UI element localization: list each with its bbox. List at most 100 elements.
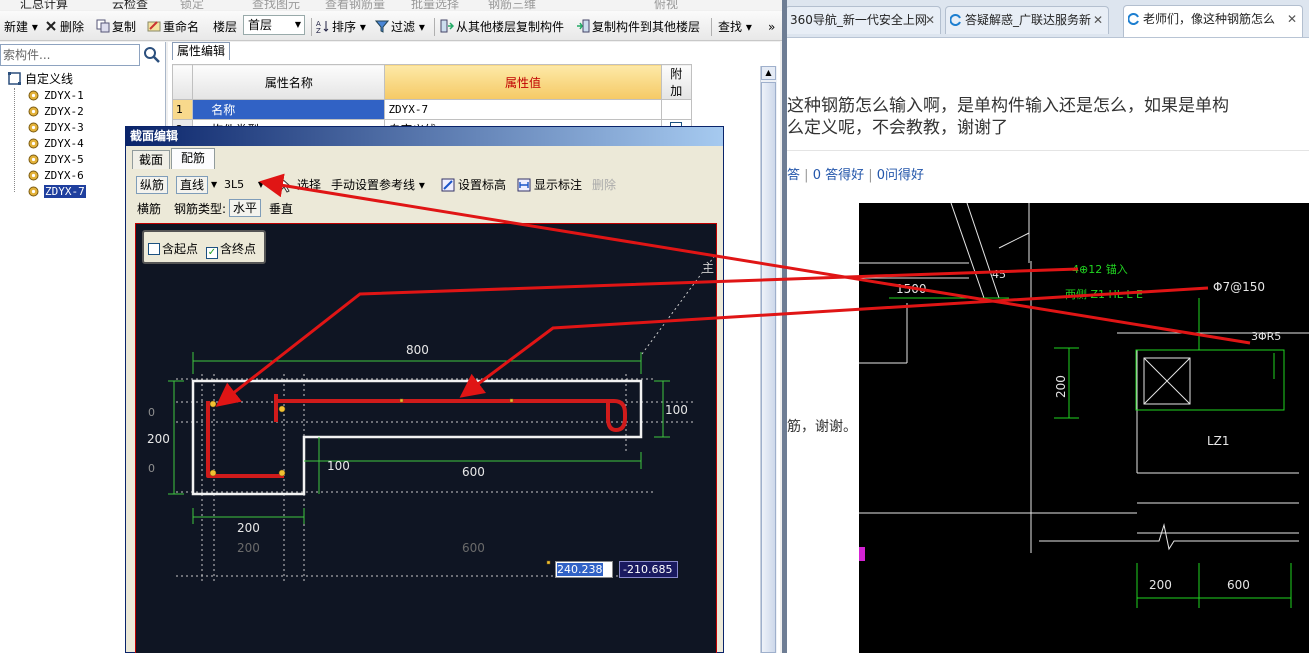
new-button[interactable]: 新建 ▾ xyxy=(4,18,38,36)
menu-batch-select[interactable]: 批量选择 xyxy=(411,0,459,10)
select-button[interactable]: 选择 xyxy=(297,177,321,193)
endpoint-options: 含起点 ✓ 含终点 xyxy=(142,230,266,264)
cad-label-3r5: 3ΦR5 xyxy=(1251,330,1281,343)
tree-item-zdyx-6[interactable]: ZDYX-6 xyxy=(28,169,84,183)
browser-tab-360[interactable]: 360导航_新一代安全上网 ✕ xyxy=(787,6,941,34)
cad-label-1500: 1500 xyxy=(896,282,927,296)
rebar-node[interactable] xyxy=(278,469,286,477)
main-scrollbar[interactable]: ▲ xyxy=(760,66,776,653)
menu-find-element[interactable]: 查找图元 xyxy=(252,0,300,10)
stat-good-questions[interactable]: 0问得好 xyxy=(877,168,924,183)
stat-answers[interactable]: 答 xyxy=(787,168,800,183)
floor-select[interactable]: 首层 ▼ xyxy=(243,15,305,35)
section-canvas[interactable]: 0 0 800 100 200 100 600 200 200 600 主 含起… xyxy=(135,223,717,653)
component-search-input[interactable]: 索构件... xyxy=(0,44,140,66)
menu-view-rebar[interactable]: 查看钢筋量 xyxy=(325,0,385,10)
rebar-nodes xyxy=(209,398,551,565)
include-start-checkbox[interactable]: 含起点 xyxy=(148,242,198,256)
menu-lock[interactable]: 锁定 xyxy=(180,0,204,10)
tree-root-custom-line[interactable]: 自定义线 xyxy=(8,72,73,86)
set-elevation-button[interactable]: 设置标高 xyxy=(441,177,506,193)
cad-label-side: 两侧 Z1 HL L E xyxy=(1065,288,1143,301)
small-dim-bottom: 0 xyxy=(148,462,155,475)
rebar-path[interactable] xyxy=(206,394,627,478)
show-dimension-button[interactable]: 显示标注 xyxy=(517,177,582,193)
tree-item-zdyx-7[interactable]: ZDYX-7 xyxy=(28,185,86,199)
rebar-node[interactable] xyxy=(209,400,217,408)
table-row[interactable]: 1 名称 ZDYX-7 xyxy=(171,99,693,120)
copy-to-floor-button[interactable]: 复制构件到其他楼层 xyxy=(576,18,700,36)
question-title: 这种钢筋怎么输入啊，是单构件输入还是怎么，如果是单构 么定义呢，不会教教，谢谢了 xyxy=(787,95,1229,139)
transverse-rebar-button[interactable]: 横筋 xyxy=(137,201,161,217)
toolbar-separator xyxy=(711,18,712,36)
filter-button[interactable]: 过滤 ▾ xyxy=(375,18,425,36)
browser-tab-question[interactable]: 老师们，像这种钢筋怎么 ✕ xyxy=(1123,5,1303,37)
column-header-extra: 附加 xyxy=(660,64,693,100)
toolbar-overflow-button[interactable]: » xyxy=(768,18,775,36)
property-value-input[interactable]: ZDYX-7 xyxy=(384,99,662,120)
coordinate-x-input[interactable]: 240.238 xyxy=(555,561,613,578)
close-icon[interactable]: ✕ xyxy=(1093,7,1103,33)
search-icon[interactable] xyxy=(142,45,162,65)
menu-summary[interactable]: 汇总计算 xyxy=(20,0,68,10)
browser-window: 360导航_新一代安全上网 ✕ 答疑解惑_广联达服务新 ✕ 老师们，像这种钢筋怎么 ✕… xyxy=(787,0,1309,653)
tree-item-zdyx-2[interactable]: ZDYX-2 xyxy=(28,105,84,119)
coordinate-y-input[interactable]: -210.685 xyxy=(619,561,678,578)
cad-column-cross xyxy=(1143,357,1191,405)
rebar-node[interactable] xyxy=(209,469,217,477)
tab-rebar[interactable]: 配筋 xyxy=(171,148,215,169)
close-icon[interactable]: ✕ xyxy=(1287,6,1297,32)
rebar-type-toolbar: 横筋 钢筋类型: 水平 垂直 xyxy=(134,198,721,220)
chevron-down-icon: ▼ xyxy=(257,180,264,189)
rebar-node[interactable] xyxy=(509,398,514,403)
tab-property-edit[interactable]: 属性编辑 xyxy=(172,42,230,60)
cad-drawing-image: 4⊕12 锚入 两侧 Z1 HL L E Φ7@150 3ΦR5 1500 45… xyxy=(859,203,1309,653)
browser-tab-qa[interactable]: 答疑解惑_广联达服务新 ✕ xyxy=(945,6,1109,34)
rebar-node[interactable] xyxy=(399,398,404,403)
delete-button[interactable]: 删除 xyxy=(44,18,84,36)
copy-icon xyxy=(96,19,110,33)
copy-to-floor-icon xyxy=(577,19,590,33)
find-button[interactable]: 查找 ▾ xyxy=(718,18,752,36)
tab-section[interactable]: 截面 xyxy=(132,150,170,169)
delete-rebar-button[interactable]: 删除 xyxy=(592,177,616,193)
rename-button[interactable]: 重命名 xyxy=(147,18,199,36)
include-end-checkbox[interactable]: ✓ 含终点 xyxy=(206,242,256,259)
scroll-up-icon[interactable]: ▲ xyxy=(761,66,776,80)
tree-item-zdyx-4[interactable]: ZDYX-4 xyxy=(28,137,84,151)
question-line-1: 这种钢筋怎么输入啊，是单构件输入还是怎么，如果是单构 xyxy=(787,96,1229,116)
copy-from-floor-button[interactable]: 从其他楼层复制构件 xyxy=(440,18,564,36)
copy-button[interactable]: 复制 xyxy=(96,18,136,36)
vertical-button[interactable]: 垂直 xyxy=(269,201,293,217)
sort-button[interactable]: A Z 排序 ▾ xyxy=(316,18,366,36)
cad-drawing: 4⊕12 锚入 两侧 Z1 HL L E Φ7@150 3ΦR5 1500 45… xyxy=(859,203,1309,608)
filter-icon xyxy=(375,20,389,33)
close-icon[interactable]: ✕ xyxy=(925,7,935,33)
manual-ref-line-button[interactable]: 手动设置参考线 ▾ xyxy=(331,177,425,193)
stat-good-answers[interactable]: 0 答得好 xyxy=(813,168,864,183)
line-mode-button[interactable]: 直线 xyxy=(176,176,209,194)
menu-cloud-check[interactable]: 云检查 xyxy=(112,0,148,10)
toolbar-separator xyxy=(311,18,312,36)
rebar-spec-select[interactable]: 3L5 ▼ xyxy=(220,176,264,194)
longitudinal-rebar-button[interactable]: 纵筋 xyxy=(136,176,169,194)
scrollbar-thumb[interactable] xyxy=(761,82,776,653)
rebar-app-window: 汇总计算 云检查 锁定 查找图元 查看钢筋量 批量选择 钢筋三维 俯视 新建 ▾… xyxy=(0,0,784,653)
divider xyxy=(787,150,1309,151)
cad-line xyxy=(966,203,1000,299)
menu-rebar-3d[interactable]: 钢筋三维 xyxy=(488,0,536,10)
horizontal-button[interactable]: 水平 xyxy=(229,199,262,217)
rename-icon xyxy=(147,21,161,32)
dim-label-bottom-right: 600 xyxy=(462,465,485,479)
sort-icon: AZ xyxy=(316,20,329,33)
menu-top-view[interactable]: 俯视 xyxy=(654,0,678,10)
rebar-node[interactable] xyxy=(278,405,286,413)
row-number-header xyxy=(171,64,194,100)
cad-label-200-vertical: 200 xyxy=(1054,375,1068,398)
tree-item-zdyx-3[interactable]: ZDYX-3 xyxy=(28,121,84,135)
cad-green-lines xyxy=(889,297,1292,608)
tree-item-zdyx-5[interactable]: ZDYX-5 xyxy=(28,153,84,167)
tree-item-zdyx-1[interactable]: ZDYX-1 xyxy=(28,89,84,103)
cad-label-stirrup: Φ7@150 xyxy=(1213,280,1265,294)
corner-mark: 主 xyxy=(702,261,714,275)
